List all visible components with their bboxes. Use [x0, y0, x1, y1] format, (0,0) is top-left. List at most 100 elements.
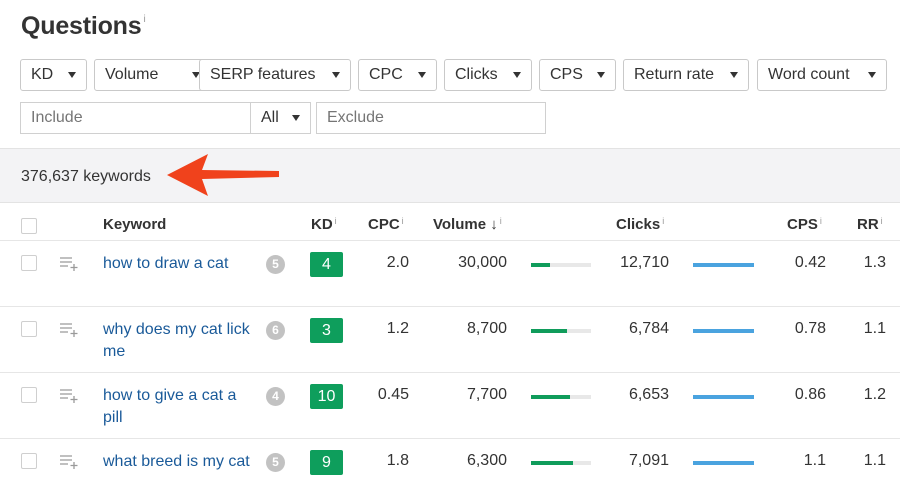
- match-mode-select[interactable]: All: [250, 102, 311, 134]
- serp-features-badge[interactable]: 4: [266, 387, 285, 406]
- caret-down-icon: [68, 72, 76, 78]
- info-icon[interactable]: i: [820, 216, 822, 226]
- keyword-link[interactable]: what breed is my cat: [103, 451, 253, 473]
- clicks-bar: [693, 461, 754, 465]
- include-input[interactable]: [20, 102, 251, 134]
- header-label: CPC: [368, 216, 400, 233]
- cps-value: 0.86: [794, 386, 826, 403]
- row-checkbox[interactable]: [21, 321, 37, 337]
- volume-value: 30,000: [458, 254, 507, 271]
- red-arrow-annotation: [167, 154, 279, 196]
- row-checkbox[interactable]: [21, 453, 37, 469]
- row-checkbox[interactable]: [21, 255, 37, 271]
- caret-down-icon: [332, 72, 340, 78]
- filter-label: Return rate: [634, 66, 715, 83]
- filter-kd-button[interactable]: KD: [20, 59, 87, 91]
- kd-badge: 9: [310, 450, 343, 475]
- info-icon[interactable]: i: [881, 216, 883, 226]
- column-header-cps[interactable]: CPS i: [787, 216, 822, 233]
- filter-label: Clicks: [455, 66, 498, 83]
- cps-value: 1.1: [803, 452, 826, 469]
- add-to-list-icon[interactable]: [60, 257, 78, 271]
- filter-label: KD: [31, 66, 54, 83]
- volume-bar: [531, 263, 591, 267]
- keyword-count: 376,637 keywords: [21, 168, 151, 185]
- filter-label: CPS: [550, 66, 583, 83]
- info-icon[interactable]: i: [335, 216, 337, 226]
- caret-down-icon: [868, 72, 876, 78]
- serp-features-badge[interactable]: 5: [266, 453, 285, 472]
- clicks-value: 7,091: [628, 452, 669, 469]
- match-mode-value: All: [261, 109, 279, 126]
- header-label: KD: [311, 216, 333, 233]
- column-header-keyword[interactable]: Keyword: [103, 216, 166, 233]
- volume-bar: [531, 461, 591, 465]
- kd-badge: 4: [310, 252, 343, 277]
- header-label: Volume: [433, 216, 487, 233]
- volume-bar-fill: [531, 395, 570, 399]
- column-header-kd[interactable]: KD i: [311, 216, 337, 233]
- column-header-rr[interactable]: RR i: [857, 216, 883, 233]
- rr-value: 1.2: [863, 386, 886, 403]
- info-icon[interactable]: i: [402, 216, 404, 226]
- serp-features-badge[interactable]: 6: [266, 321, 285, 340]
- clicks-value: 6,653: [628, 386, 669, 403]
- keyword-link[interactable]: why does my cat lick me: [103, 319, 253, 363]
- info-icon[interactable]: i: [662, 216, 664, 226]
- column-header-volume[interactable]: Volume ↓ i: [433, 216, 502, 233]
- exclude-input[interactable]: [316, 102, 546, 134]
- info-icon[interactable]: i: [143, 14, 145, 25]
- cpc-value: 1.2: [386, 320, 409, 337]
- filter-label: Word count: [768, 66, 850, 83]
- filter-label: CPC: [369, 66, 403, 83]
- caret-down-icon: [292, 115, 300, 121]
- table-row: why does my cat lick me 6 3 1.2 8,700 6,…: [0, 307, 900, 373]
- filter-return-rate-button[interactable]: Return rate: [623, 59, 749, 91]
- cpc-value: 2.0: [386, 254, 409, 271]
- column-header-clicks[interactable]: Clicks i: [616, 216, 664, 233]
- volume-bar-fill: [531, 263, 551, 267]
- page-title: Questions i: [21, 12, 146, 41]
- filter-cpc-button[interactable]: CPC: [358, 59, 437, 91]
- volume-bar-fill: [531, 461, 573, 465]
- volume-bar: [531, 329, 591, 333]
- volume-bar-fill: [531, 329, 567, 333]
- caret-down-icon: [418, 72, 426, 78]
- add-to-list-icon[interactable]: [60, 389, 78, 403]
- rr-value: 1.3: [863, 254, 886, 271]
- volume-bar: [531, 395, 591, 399]
- filter-label: SERP features: [210, 66, 316, 83]
- clicks-value: 12,710: [620, 254, 669, 271]
- header-label: CPS: [787, 216, 818, 233]
- select-all-checkbox[interactable]: [21, 218, 37, 234]
- table-row: how to give a cat a pill 4 10 0.45 7,700…: [0, 373, 900, 439]
- add-to-list-icon[interactable]: [60, 323, 78, 337]
- filter-label: Volume: [105, 66, 159, 83]
- cpc-value: 0.45: [377, 386, 409, 403]
- keyword-link[interactable]: how to draw a cat: [103, 253, 253, 275]
- volume-value: 7,700: [466, 386, 507, 403]
- column-header-cpc[interactable]: CPC i: [368, 216, 404, 233]
- cps-value: 0.78: [794, 320, 826, 337]
- filter-word-count-button[interactable]: Word count: [757, 59, 887, 91]
- add-to-list-icon[interactable]: [60, 455, 78, 469]
- filter-cps-button[interactable]: CPS: [539, 59, 616, 91]
- clicks-value: 6,784: [628, 320, 669, 337]
- rr-value: 1.1: [863, 452, 886, 469]
- filter-volume-button[interactable]: Volume: [94, 59, 211, 91]
- filter-serp-features-button[interactable]: SERP features: [199, 59, 351, 91]
- volume-value: 8,700: [466, 320, 507, 337]
- info-icon[interactable]: i: [500, 216, 502, 226]
- sort-desc-icon: ↓: [490, 216, 498, 233]
- clicks-bar: [693, 263, 754, 267]
- rr-value: 1.1: [863, 320, 886, 337]
- serp-features-badge[interactable]: 5: [266, 255, 285, 274]
- results-summary-bar: 376,637 keywords: [0, 148, 900, 203]
- cpc-value: 1.8: [386, 452, 409, 469]
- row-checkbox[interactable]: [21, 387, 37, 403]
- filter-clicks-button[interactable]: Clicks: [444, 59, 532, 91]
- volume-value: 6,300: [466, 452, 507, 469]
- table-row: how to draw a cat 5 4 2.0 30,000 12,710 …: [0, 241, 900, 307]
- cps-value: 0.42: [794, 254, 826, 271]
- keyword-link[interactable]: how to give a cat a pill: [103, 385, 253, 429]
